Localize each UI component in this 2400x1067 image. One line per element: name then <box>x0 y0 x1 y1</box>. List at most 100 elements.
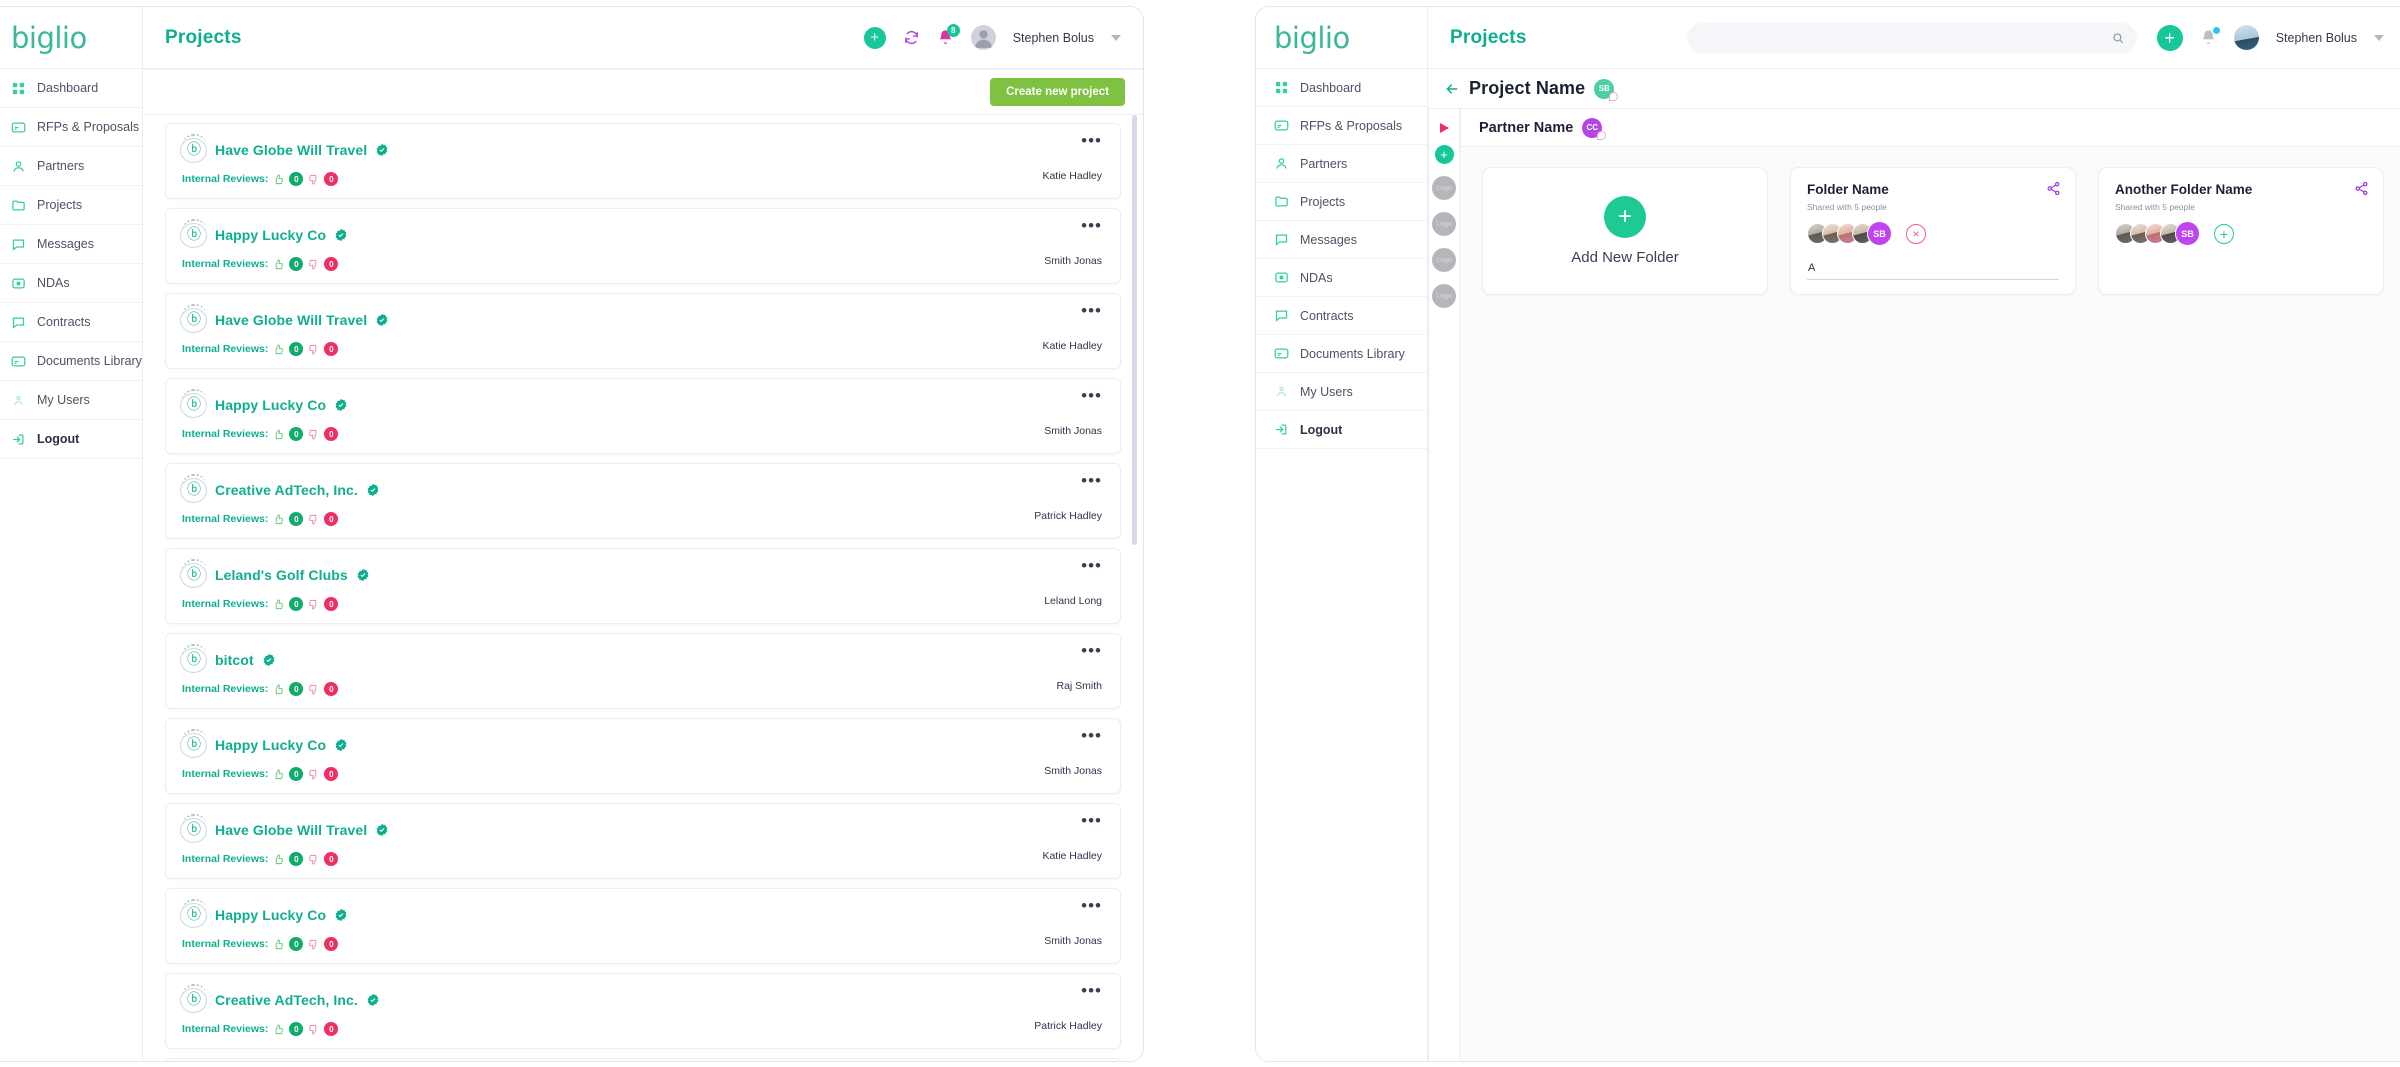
sidebar-item-my-users[interactable]: My Users <box>1256 373 1427 411</box>
thumbs-down-icon[interactable] <box>308 259 319 270</box>
rail-logo-item[interactable]: Logo <box>1432 248 1456 272</box>
thumbs-up-icon[interactable] <box>273 344 284 355</box>
project-menu-button[interactable]: ••• <box>1081 731 1102 740</box>
sidebar-item-projects[interactable]: Projects <box>1256 183 1427 221</box>
person-avatar-initials[interactable]: SB <box>2175 221 2200 246</box>
project-menu-button[interactable]: ••• <box>1081 986 1102 995</box>
sidebar-item-contracts[interactable]: Contracts <box>1256 297 1427 335</box>
project-menu-button[interactable]: ••• <box>1081 476 1102 485</box>
thumbs-up-icon[interactable] <box>273 854 284 865</box>
refresh-icon[interactable] <box>903 29 920 46</box>
project-card[interactable]: ⓑHappy Lucky CoInternal Reviews:00•••Smi… <box>165 208 1121 284</box>
search-input[interactable] <box>1699 31 2111 45</box>
sidebar-item-dashboard[interactable]: Dashboard <box>1256 69 1427 107</box>
person-avatar-initials[interactable]: SB <box>1867 221 1892 246</box>
add-button[interactable]: + <box>864 27 886 49</box>
project-card[interactable]: ⓑHappy Lucky CoInternal Reviews:00•••Smi… <box>165 718 1121 794</box>
thumbs-down-icon[interactable] <box>308 1024 319 1035</box>
plus-icon[interactable]: + <box>1604 196 1646 238</box>
chevron-down-icon[interactable] <box>2374 35 2384 41</box>
search-icon[interactable] <box>2111 31 2125 45</box>
project-card[interactable]: ⓑHave Globe Will TravelInternal Reviews:… <box>165 293 1121 369</box>
project-card[interactable]: ⓑCreative AdTech, Inc.Internal Reviews:0… <box>165 463 1121 539</box>
sidebar-item-dashboard[interactable]: Dashboard <box>0 69 142 108</box>
project-menu-button[interactable]: ••• <box>1081 221 1102 230</box>
folder-card[interactable]: Another Folder NameShared with 5 peopleS… <box>2098 167 2384 295</box>
share-icon[interactable] <box>2046 181 2061 196</box>
app-logo[interactable]: biglio <box>0 7 143 68</box>
sidebar-item-logout[interactable]: Logout <box>1256 411 1427 449</box>
sidebar-item-rfps-proposals[interactable]: RFPs & Proposals <box>1256 107 1427 145</box>
project-card[interactable]: ⓑHave Globe Will TravelInternal Reviews:… <box>165 123 1121 199</box>
thumbs-up-icon[interactable] <box>273 429 284 440</box>
scrollbar-track[interactable] <box>1132 115 1137 1061</box>
thumbs-up-icon[interactable] <box>273 599 284 610</box>
sidebar-item-partners[interactable]: Partners <box>1256 145 1427 183</box>
project-card[interactable]: ⓑHappy Lucky CoInternal Reviews:00•••Smi… <box>165 888 1121 964</box>
project-menu-button[interactable]: ••• <box>1081 646 1102 655</box>
project-card[interactable]: ⓑHappy Lucky CoInternal Reviews:00•••Smi… <box>165 378 1121 454</box>
sidebar-item-projects[interactable]: Projects <box>0 186 142 225</box>
notifications-button[interactable]: 8 <box>937 29 954 46</box>
rail-add-button[interactable]: + <box>1435 145 1454 164</box>
project-card[interactable]: ⓑCreative AdTech, Inc.Internal Reviews:0… <box>165 973 1121 1049</box>
sidebar-item-documents-library[interactable]: Documents Library <box>1256 335 1427 373</box>
thumbs-up-icon[interactable] <box>273 1024 284 1035</box>
project-card[interactable]: ⓑLeland's Golf ClubsInternal Reviews:00•… <box>165 548 1121 624</box>
sidebar-item-logout[interactable]: Logout <box>0 420 142 459</box>
folder-card[interactable]: Folder NameShared with 5 peopleSB× <box>1790 167 2076 295</box>
thumbs-up-icon[interactable] <box>273 939 284 950</box>
sidebar-item-rfps-proposals[interactable]: RFPs & Proposals <box>0 108 142 147</box>
triangle-right-icon[interactable] <box>1440 123 1449 133</box>
add-button[interactable]: + <box>2157 25 2183 51</box>
thumbs-down-icon[interactable] <box>308 769 319 780</box>
thumbs-up-icon[interactable] <box>273 684 284 695</box>
share-icon[interactable] <box>2354 181 2369 196</box>
sidebar-item-ndas[interactable]: NDAs <box>1256 259 1427 297</box>
avatar[interactable] <box>2234 25 2259 50</box>
sidebar-item-messages[interactable]: Messages <box>1256 221 1427 259</box>
sidebar-item-ndas[interactable]: NDAs <box>0 264 142 303</box>
project-menu-button[interactable]: ••• <box>1081 561 1102 570</box>
create-new-project-button[interactable]: Create new project <box>990 78 1125 106</box>
project-card[interactable]: ⓑbitcotInternal Reviews:00•••Raj Smith <box>165 633 1121 709</box>
sidebar-item-partners[interactable]: Partners <box>0 147 142 186</box>
thumbs-up-icon[interactable] <box>273 769 284 780</box>
rail-logo-item[interactable]: Logo <box>1432 212 1456 236</box>
thumbs-down-icon[interactable] <box>308 344 319 355</box>
sidebar-item-contracts[interactable]: Contracts <box>0 303 142 342</box>
project-card[interactable]: ⓑHave Globe Will TravelInternal Reviews:… <box>165 803 1121 879</box>
add-person-button[interactable]: + <box>2214 224 2234 244</box>
thumbs-down-icon[interactable] <box>308 684 319 695</box>
project-card[interactable]: ⓑLeland's Golf ClubsInternal Reviews:00•… <box>165 1058 1121 1061</box>
thumbs-down-icon[interactable] <box>308 854 319 865</box>
app-logo[interactable]: biglio <box>1256 7 1428 68</box>
project-menu-button[interactable]: ••• <box>1081 816 1102 825</box>
folder-name-input[interactable] <box>1807 259 2059 280</box>
notifications-button[interactable] <box>2200 29 2217 46</box>
thumbs-down-icon[interactable] <box>308 429 319 440</box>
sidebar-item-my-users[interactable]: My Users <box>0 381 142 420</box>
chevron-down-icon[interactable] <box>1111 35 1121 41</box>
thumbs-up-icon[interactable] <box>273 259 284 270</box>
thumbs-up-icon[interactable] <box>273 174 284 185</box>
rail-logo-item[interactable]: Logo <box>1432 176 1456 200</box>
arrow-left-icon[interactable] <box>1444 81 1460 97</box>
search-bar[interactable] <box>1687 23 2137 53</box>
thumbs-down-icon[interactable] <box>308 599 319 610</box>
avatar[interactable] <box>971 25 996 50</box>
rail-logo-item[interactable]: Logo <box>1432 284 1456 308</box>
user-name[interactable]: Stephen Bolus <box>2276 31 2357 45</box>
project-menu-button[interactable]: ••• <box>1081 391 1102 400</box>
project-owner-avatar[interactable]: SB <box>1594 79 1614 99</box>
project-menu-button[interactable]: ••• <box>1081 306 1102 315</box>
sidebar-item-documents-library[interactable]: Documents Library <box>0 342 142 381</box>
thumbs-down-icon[interactable] <box>308 174 319 185</box>
folder-name-field[interactable] <box>1807 258 2059 280</box>
user-name[interactable]: Stephen Bolus <box>1013 31 1094 45</box>
thumbs-down-icon[interactable] <box>308 939 319 950</box>
project-menu-button[interactable]: ••• <box>1081 136 1102 145</box>
thumbs-down-icon[interactable] <box>308 514 319 525</box>
remove-person-button[interactable]: × <box>1906 224 1926 244</box>
scrollbar-thumb[interactable] <box>1132 115 1137 545</box>
